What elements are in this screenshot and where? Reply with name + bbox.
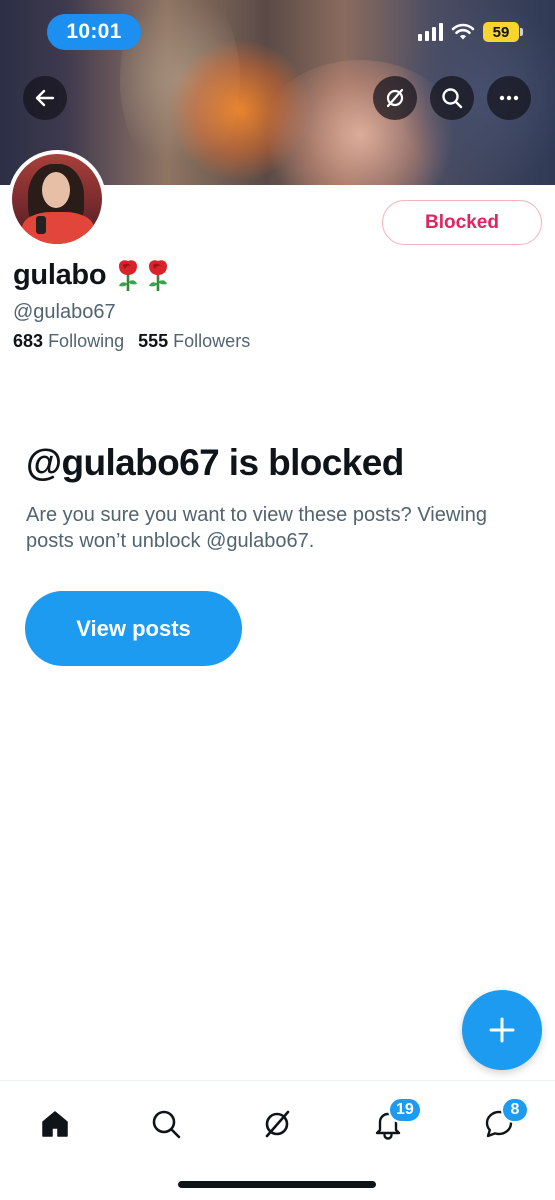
- plus-icon: [489, 1017, 515, 1043]
- search-icon: [442, 88, 463, 109]
- search-button[interactable]: [430, 76, 474, 120]
- home-icon: [42, 1111, 68, 1137]
- followers-count: 555: [138, 331, 169, 351]
- grok-button[interactable]: [373, 76, 417, 120]
- status-time: 10:01: [47, 14, 141, 50]
- notifications-badge: 19: [388, 1097, 422, 1123]
- rose-emoji-group: [114, 258, 172, 292]
- back-arrow-icon: [35, 89, 55, 107]
- blocked-title: @gulabo67 is blocked: [26, 442, 404, 483]
- wifi-icon: [451, 23, 475, 40]
- tab-search[interactable]: [138, 1096, 194, 1152]
- messages-badge: 8: [501, 1097, 529, 1123]
- back-button[interactable]: [23, 76, 67, 120]
- rose-icon: [119, 260, 138, 291]
- view-posts-button[interactable]: View posts: [25, 591, 242, 666]
- following-count: 683: [13, 331, 44, 351]
- status-icons: 59: [418, 22, 523, 42]
- battery-icon: 59: [483, 22, 523, 42]
- tab-notifications[interactable]: 19: [360, 1096, 422, 1152]
- following-label: Following: [48, 331, 125, 351]
- tab-home[interactable]: [27, 1096, 83, 1152]
- handle: @gulabo67: [13, 301, 116, 323]
- follow-stats: 683 Following 555 Followers: [13, 331, 250, 352]
- compose-post-button[interactable]: [462, 990, 542, 1070]
- tab-grok[interactable]: [249, 1096, 305, 1152]
- display-name: gulabo: [13, 258, 107, 291]
- avatar-image: [12, 154, 102, 244]
- more-icon: [499, 95, 519, 101]
- followers-label: Followers: [173, 331, 251, 351]
- search-icon: [152, 1110, 181, 1139]
- display-name-row: gulabo: [13, 258, 172, 292]
- more-button[interactable]: [487, 76, 531, 120]
- blocked-description: Are you sure you want to view these post…: [26, 504, 487, 552]
- home-indicator[interactable]: [178, 1181, 376, 1188]
- following-link[interactable]: 683 Following: [13, 331, 124, 352]
- cellular-signal-icon: [418, 23, 443, 41]
- rose-icon: [149, 260, 168, 291]
- blocked-button[interactable]: Blocked: [382, 200, 542, 245]
- followers-link[interactable]: 555 Followers: [138, 331, 250, 352]
- avatar[interactable]: [8, 150, 106, 248]
- grok-icon: [386, 88, 404, 108]
- tab-messages[interactable]: 8: [471, 1096, 529, 1152]
- grok-icon: [265, 1110, 290, 1138]
